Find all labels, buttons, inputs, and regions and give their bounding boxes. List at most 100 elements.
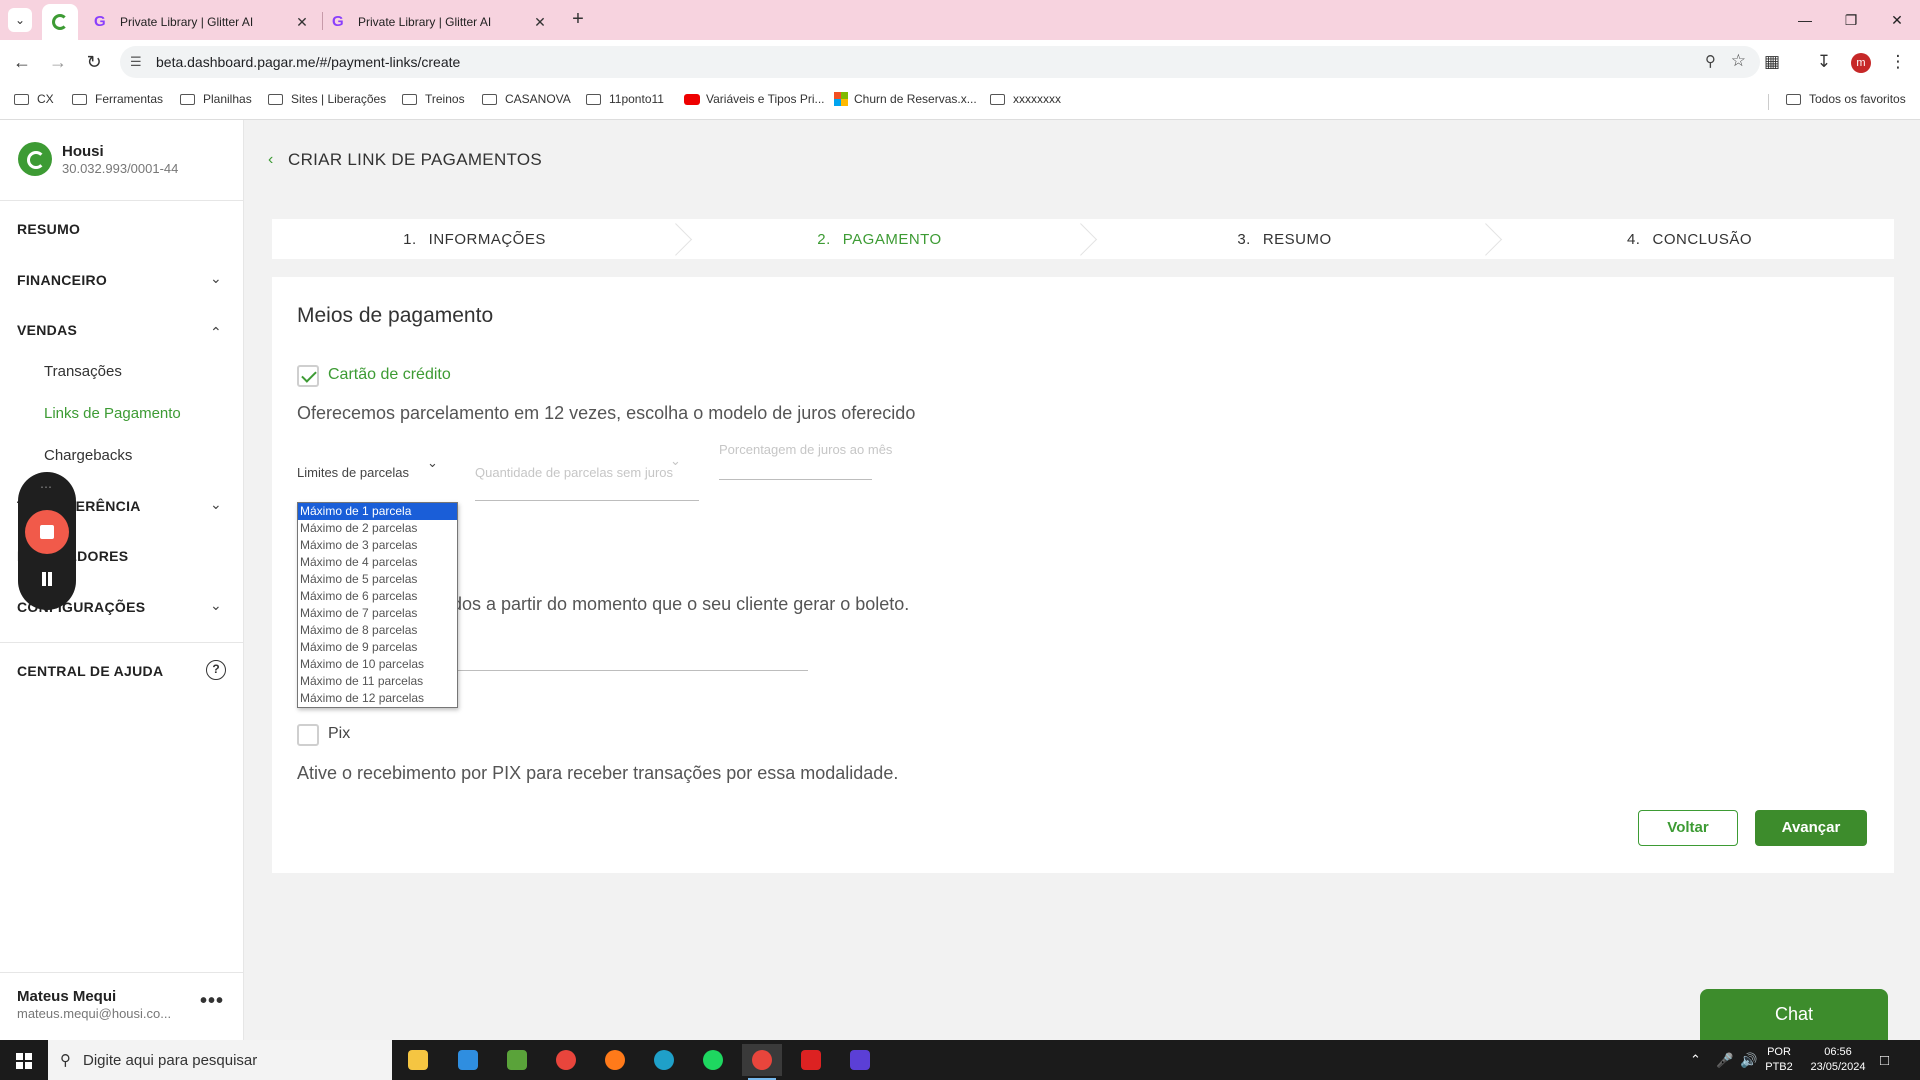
chrome-icon[interactable] bbox=[546, 1044, 586, 1076]
stop-recording-button[interactable] bbox=[25, 510, 69, 554]
no-interest-installments-label[interactable]: Quantidade de parcelas sem juros bbox=[475, 465, 673, 480]
bookmark-cx[interactable]: CX bbox=[14, 92, 54, 106]
reload-icon[interactable]: ↻ bbox=[82, 50, 106, 74]
section-title: Meios de pagamento bbox=[297, 304, 494, 327]
chat-button[interactable]: Chat bbox=[1700, 989, 1888, 1040]
dropdown-option[interactable]: Máximo de 9 parcelas bbox=[298, 639, 457, 656]
credit-card-label[interactable]: Cartão de crédito bbox=[328, 366, 451, 384]
pause-recording-button[interactable] bbox=[40, 572, 54, 586]
profile-avatar[interactable]: m bbox=[1851, 53, 1871, 73]
company-brand[interactable]: Housi 30.032.993/0001-44 bbox=[18, 142, 178, 176]
notifications-icon[interactable]: □ bbox=[1880, 1040, 1889, 1080]
tray-chevron-up-icon[interactable]: ⌃ bbox=[1690, 1040, 1701, 1080]
dropdown-option[interactable]: Máximo de 1 parcela bbox=[298, 503, 457, 520]
back-button[interactable]: Voltar bbox=[1638, 810, 1738, 846]
chevron-down-icon[interactable]: ⌄ bbox=[210, 597, 222, 614]
next-button[interactable]: Avançar bbox=[1755, 810, 1867, 846]
pix-description: Ative o recebimento por PIX para receber… bbox=[297, 763, 899, 783]
nodejs-icon[interactable] bbox=[497, 1044, 537, 1076]
forward-arrow-icon[interactable]: → bbox=[46, 50, 70, 74]
close-icon[interactable]: ✕ bbox=[532, 14, 548, 31]
url-text[interactable]: beta.dashboard.pagar.me/#/payment-links/… bbox=[156, 54, 460, 70]
dropdown-option[interactable]: Máximo de 10 parcelas bbox=[298, 656, 457, 673]
chrome-profile-icon[interactable] bbox=[742, 1044, 782, 1080]
screen-recorder-widget: ⋯ bbox=[18, 472, 76, 610]
bookmark-casanova[interactable]: CASANOVA bbox=[482, 92, 571, 106]
bookmark-treinos[interactable]: Treinos bbox=[402, 92, 465, 106]
zoom-icon[interactable]: ⚲ bbox=[1705, 52, 1716, 70]
interest-rate-label[interactable]: Porcentagem de juros ao mês bbox=[719, 442, 892, 457]
firefox-icon[interactable] bbox=[595, 1044, 635, 1076]
bookmark-planilhas[interactable]: Planilhas bbox=[180, 92, 252, 106]
tab-search-chevron-icon[interactable]: ⌄ bbox=[8, 8, 32, 32]
chevron-up-icon[interactable]: ⌃ bbox=[210, 324, 222, 341]
chevron-down-icon[interactable]: ⌄ bbox=[427, 455, 438, 471]
dropdown-option[interactable]: Máximo de 3 parcelas bbox=[298, 537, 457, 554]
bookmark-all-favorites[interactable]: Todos os favoritos bbox=[1786, 92, 1906, 106]
sidebar-subitem-transacoes[interactable]: Transações bbox=[44, 363, 122, 380]
bookmark-separator bbox=[1768, 94, 1769, 110]
back-chevron-icon[interactable]: ‹ bbox=[268, 151, 273, 169]
installment-limit-dropdown[interactable]: Máximo de 1 parcela Máximo de 2 parcelas… bbox=[297, 502, 458, 708]
glitter-app-icon[interactable] bbox=[840, 1044, 880, 1076]
dropdown-option[interactable]: Máximo de 12 parcelas bbox=[298, 690, 457, 707]
dropdown-option[interactable]: Máximo de 6 parcelas bbox=[298, 588, 457, 605]
folder-icon bbox=[268, 93, 283, 105]
clock[interactable]: 06:56 23/05/2024 bbox=[1806, 1040, 1870, 1080]
dropdown-option[interactable]: Máximo de 7 parcelas bbox=[298, 605, 457, 622]
credit-card-checkbox[interactable] bbox=[297, 365, 319, 387]
help-icon[interactable]: ? bbox=[206, 660, 226, 680]
user-email: mateus.mequi@housi.co... bbox=[17, 1006, 172, 1021]
minimize-button[interactable]: — bbox=[1782, 0, 1828, 40]
sidebar-item-resumo[interactable]: RESUMO bbox=[17, 221, 80, 237]
sidebar-subitem-links-pagamento[interactable]: Links de Pagamento bbox=[44, 405, 181, 422]
chevron-down-icon[interactable]: ⌄ bbox=[210, 270, 222, 287]
more-options-icon[interactable]: ••• bbox=[200, 990, 224, 1013]
new-tab-button[interactable]: + bbox=[566, 8, 590, 32]
browser-tab-1[interactable]: G Private Library | Glitter AI ✕ bbox=[84, 4, 320, 40]
taskbar-search-input[interactable]: ⚲ Digite aqui para pesquisar bbox=[48, 1040, 392, 1080]
restore-button[interactable]: ❐ bbox=[1828, 0, 1874, 40]
chevron-down-icon[interactable]: ⌄ bbox=[210, 496, 222, 513]
extensions-icon[interactable]: ▦ bbox=[1760, 50, 1784, 74]
windows-start-icon[interactable] bbox=[16, 1053, 32, 1069]
site-info-icon[interactable]: ☰ bbox=[130, 54, 142, 70]
language-indicator[interactable]: POR PTB2 bbox=[1764, 1040, 1794, 1080]
volume-icon[interactable]: 🔊 bbox=[1740, 1040, 1757, 1080]
bookmark-churn[interactable]: Churn de Reservas.x... bbox=[834, 92, 977, 106]
bookmark-xxxxxxxx[interactable]: xxxxxxxx bbox=[990, 92, 1061, 106]
omnibox[interactable]: ☰ beta.dashboard.pagar.me/#/payment-link… bbox=[120, 46, 1760, 78]
download-icon[interactable]: ↧ bbox=[1812, 50, 1836, 74]
pix-checkbox[interactable] bbox=[297, 724, 319, 746]
sidebar-item-financeiro[interactable]: FINANCEIRO bbox=[17, 272, 107, 288]
bookmark-sites-liberacoes[interactable]: Sites | Liberações bbox=[268, 92, 386, 106]
dropdown-option[interactable]: Máximo de 5 parcelas bbox=[298, 571, 457, 588]
app-red-icon[interactable] bbox=[791, 1044, 831, 1076]
sidebar-subitem-chargebacks[interactable]: Chargebacks bbox=[44, 447, 132, 464]
browser-menu-icon[interactable]: ⋮ bbox=[1886, 50, 1910, 74]
browser-tab-2[interactable]: G Private Library | Glitter AI ✕ bbox=[322, 4, 558, 40]
dropdown-option[interactable]: Máximo de 8 parcelas bbox=[298, 622, 457, 639]
bookmark-ferramentas[interactable]: Ferramentas bbox=[72, 92, 163, 106]
edge-icon[interactable] bbox=[644, 1044, 684, 1076]
dropdown-option[interactable]: Máximo de 11 parcelas bbox=[298, 673, 457, 690]
dropdown-option[interactable]: Máximo de 4 parcelas bbox=[298, 554, 457, 571]
window-close-button[interactable]: ✕ bbox=[1874, 0, 1920, 40]
file-explorer-icon[interactable] bbox=[398, 1044, 438, 1076]
pinned-tab-pagarme[interactable] bbox=[42, 4, 78, 40]
back-arrow-icon[interactable]: ← bbox=[10, 50, 34, 74]
close-icon[interactable]: ✕ bbox=[294, 14, 310, 31]
step-pagamento: 2. PAGAMENTO bbox=[817, 230, 942, 248]
bookmark-variaveis[interactable]: Variáveis e Tipos Pri... bbox=[684, 92, 825, 106]
pix-label[interactable]: Pix bbox=[328, 725, 350, 743]
spotify-icon[interactable] bbox=[693, 1044, 733, 1076]
sidebar-item-vendas[interactable]: VENDAS bbox=[17, 322, 77, 338]
bookmark-star-icon[interactable]: ☆ bbox=[1731, 51, 1746, 71]
chevron-down-icon[interactable]: ⌄ bbox=[670, 453, 681, 469]
sidebar-item-central-ajuda[interactable]: CENTRAL DE AJUDA bbox=[17, 663, 163, 679]
microphone-icon[interactable]: 🎤 bbox=[1716, 1040, 1733, 1080]
dropdown-option[interactable]: Máximo de 2 parcelas bbox=[298, 520, 457, 537]
vscode-icon[interactable] bbox=[448, 1044, 488, 1076]
bookmark-11ponto11[interactable]: 11ponto11 bbox=[586, 92, 664, 106]
drag-handle-icon[interactable]: ⋯ bbox=[40, 480, 53, 494]
